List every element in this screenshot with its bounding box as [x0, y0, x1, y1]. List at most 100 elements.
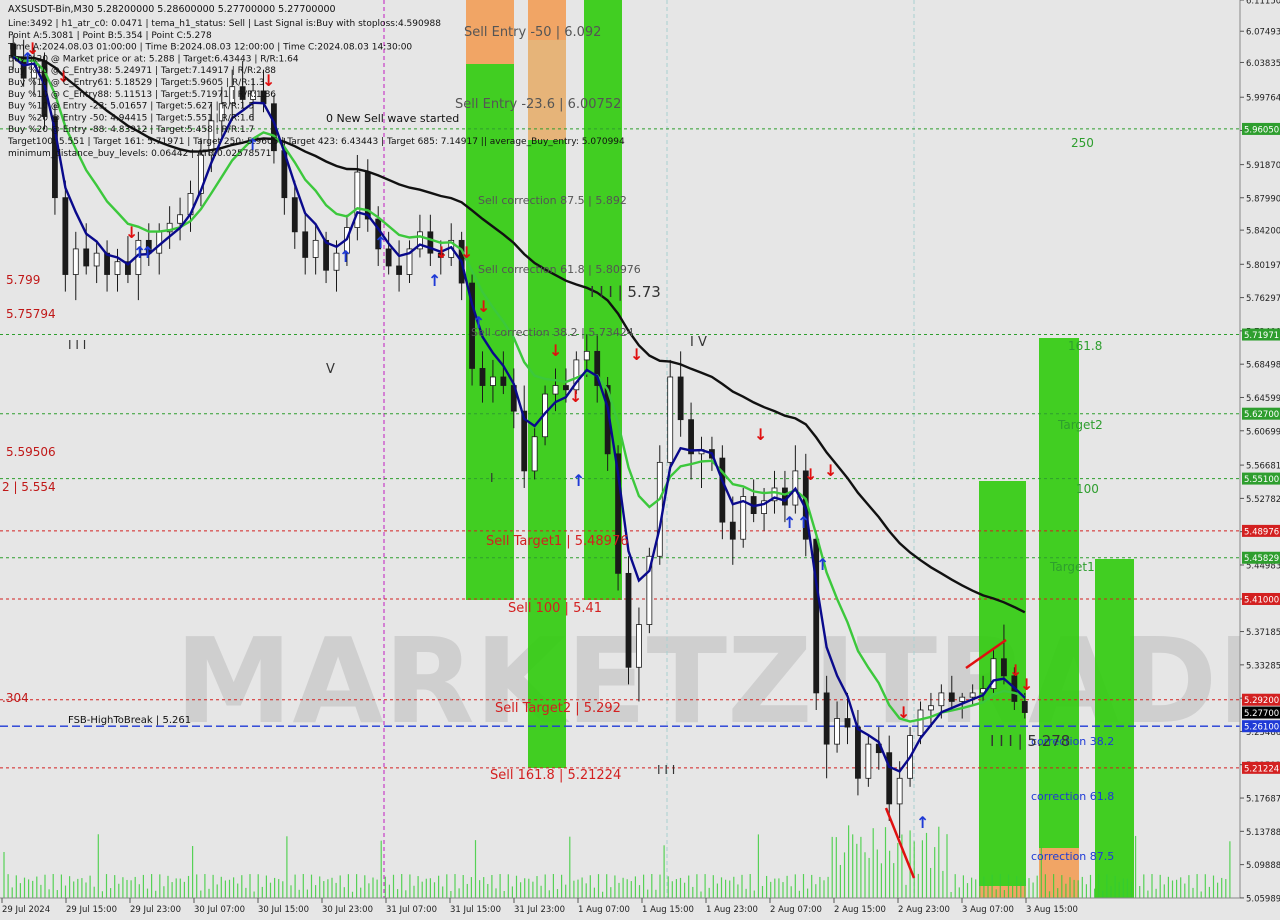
sell-arrow-icon: ↓: [435, 243, 448, 262]
candle: [677, 376, 684, 421]
price-badge-label: 5.55100: [1244, 475, 1279, 485]
buy-arrow-icon: ↑: [374, 233, 387, 252]
x-tick-label: 29 Jul 23:00: [130, 905, 181, 915]
candle: [490, 376, 496, 386]
y-tick-label: 5.80197: [1246, 261, 1280, 271]
left-level-label: 2 | 5.554: [2, 480, 56, 494]
y-tick-label: 5.60699: [1246, 427, 1280, 437]
y-tick-label: 5.64599: [1246, 394, 1280, 404]
candle: [959, 696, 966, 702]
info-line: Buy %10 @ C_Entry88: 5.11513 | Target:5.…: [8, 90, 276, 100]
candle: [93, 252, 100, 267]
zone-rect: [979, 481, 1026, 886]
candle: [291, 197, 298, 233]
candle: [312, 239, 319, 258]
candle: [114, 261, 121, 275]
left-level-label: 5.75794: [6, 307, 56, 321]
info-line: Time A:2024.08.03 01:00:00 | Time B:2024…: [7, 43, 412, 53]
wave-label: V: [326, 362, 335, 377]
candle: [531, 436, 538, 472]
zone-rect: [979, 886, 1026, 898]
y-tick-label: 5.09888: [1246, 861, 1280, 871]
info-line: Buy %20 @ Market price or at: 5.288 | Ta…: [8, 54, 299, 64]
buy-arrow-icon: ↑: [141, 243, 154, 262]
x-tick-label: 2 Aug 15:00: [834, 905, 886, 915]
candle: [500, 376, 507, 386]
buy-arrow-icon: ↑: [797, 513, 810, 532]
candle: [83, 248, 90, 267]
candle: [938, 692, 945, 707]
zone-rect: [1095, 559, 1134, 898]
zone-label: Sell Entry -23.6 | 6.00752: [455, 97, 621, 112]
axis-background: [1240, 0, 1280, 920]
y-tick-label: 5.84200: [1246, 227, 1280, 237]
level-label: 161.8: [1068, 339, 1102, 353]
candle: [1021, 701, 1028, 713]
price-badge-label: 5.27700: [1244, 709, 1279, 719]
price-badge-label: 5.26100: [1244, 723, 1279, 733]
info-line: Buy %20 @ Entry -88: 4.83912 | Target:5.…: [8, 125, 254, 135]
y-tick-label: 5.56681: [1246, 462, 1280, 472]
price-badge-label: 5.48976: [1244, 527, 1279, 537]
candle: [563, 385, 569, 391]
info-line: Buy %10 @ C_Entry61: 5.18529 | Target:5.…: [8, 78, 265, 88]
y-tick-label: 6.07493: [1246, 28, 1280, 38]
candle: [625, 572, 632, 668]
zone-label: Sell Entry -50 | 6.092: [464, 25, 601, 40]
info-line: Target100: 5.551 | Target 161: 5.71971 |…: [7, 137, 625, 147]
zone-label: correction 61.8: [1031, 790, 1114, 803]
zone-rect: [1039, 338, 1079, 848]
level-label: Sell Target1 | 5.48976: [486, 534, 629, 549]
sell-arrow-icon: ↓: [754, 425, 767, 444]
wave-label: I I I: [657, 763, 675, 777]
sell-arrow-icon: ↓: [897, 703, 910, 722]
candle: [834, 718, 840, 745]
candle: [656, 461, 663, 557]
zone-label: Sell correction 61.8 | 5.80976: [478, 263, 641, 276]
trading-chart[interactable]: MARKETZITRADE ↓↓ ↓↓↓ ↓↓↓↓↓↓↓ ↓↓↓↓↑↑↑↑↑↑↑↑↑↑…: [0, 0, 1280, 920]
x-tick-label: 31 Jul 07:00: [386, 905, 437, 915]
wave-label: I I I | 5.73: [590, 283, 661, 301]
candle: [917, 709, 924, 736]
info-line: Buy %20 @ Entry -50: 4.94415 | Target:5.…: [8, 113, 254, 123]
x-tick-label: 2 Aug 23:00: [898, 905, 950, 915]
y-tick-label: 5.33285: [1246, 661, 1280, 671]
candle: [896, 777, 903, 805]
zone-label: correction 87.5: [1031, 850, 1114, 863]
price-badge-label: 5.71971: [1244, 331, 1279, 341]
zone-rect: [528, 40, 566, 140]
zone-label: Sell correction 38.2 | 5.73424: [471, 326, 634, 339]
x-tick-label: 31 Jul 15:00: [450, 905, 501, 915]
price-badge-label: 5.96050: [1244, 125, 1279, 135]
info-line: Buy %10 @ C_Entry38: 5.24971 | Target:7.…: [8, 66, 276, 76]
sell-arrow-icon: ↓: [824, 461, 837, 480]
wave-label: I I I: [68, 338, 86, 352]
level-label: 250: [1071, 136, 1094, 150]
level-label: 100: [1076, 482, 1099, 496]
y-tick-label: 5.68498: [1246, 361, 1280, 371]
level-label: Sell 100 | 5.41: [508, 601, 602, 616]
candle: [636, 624, 642, 668]
level-label: Sell 161.8 | 5.21224: [490, 768, 621, 783]
x-tick-label: 29 Jul 2024: [2, 905, 50, 915]
price-badge-label: 5.45829: [1244, 554, 1279, 564]
buy-arrow-icon: ↑: [572, 471, 585, 490]
y-tick-label: 6.03835: [1246, 59, 1280, 69]
sell-arrow-icon: ↓: [569, 387, 582, 406]
price-axis: 6.111506.074936.038355.997645.958705.918…: [1239, 0, 1280, 920]
price-badge-label: 5.62700: [1244, 410, 1279, 420]
candle: [948, 692, 955, 702]
left-level-label: .304: [2, 691, 29, 705]
x-tick-label: 3 Aug 15:00: [1026, 905, 1078, 915]
zone-label: Sell correction 87.5 | 5.892: [478, 194, 627, 207]
info-line: minimum_distance_buy_levels: 0.06442 | A…: [8, 149, 271, 159]
x-tick-label: 30 Jul 07:00: [194, 905, 245, 915]
wave-label: I I I | 5.278: [990, 732, 1070, 750]
buy-arrow-icon: ↑: [916, 813, 929, 832]
x-tick-label: 30 Jul 23:00: [322, 905, 373, 915]
candle: [427, 231, 434, 254]
buy-arrow-icon: ↑: [816, 555, 829, 574]
candle: [688, 419, 694, 455]
candle: [667, 376, 674, 463]
buy-arrow-icon: ↑: [339, 247, 352, 266]
